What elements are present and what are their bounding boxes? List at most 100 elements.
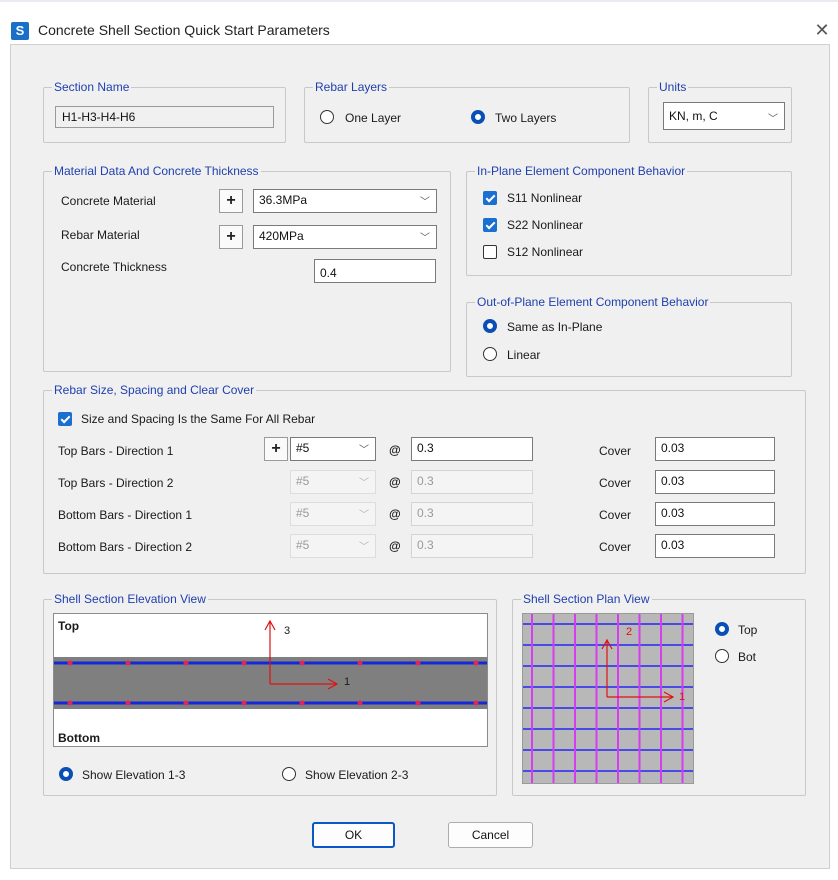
in-plane-group: In-Plane Element Component Behavior S11 … (466, 164, 792, 276)
at-sign: @ (389, 539, 401, 553)
top-edge (0, 0, 838, 2)
chevron-down-icon: ﹀ (359, 478, 369, 489)
rebar-dot (67, 700, 73, 706)
rebar-dot (125, 700, 131, 706)
concrete-material-value: 36.3MPa (259, 193, 308, 207)
show-elevation-1-3-radio[interactable] (59, 767, 73, 781)
elevation-svg (54, 619, 487, 709)
rebar-layers-group: Rebar Layers One Layer Two Layers (304, 80, 630, 143)
top-bars-dir2-spacing-input[interactable]: 0.3 (411, 470, 533, 494)
rebar-material-label: Rebar Material (61, 228, 140, 242)
rebar-dot (299, 660, 305, 666)
top-bars-dir1-size: #5 (296, 441, 310, 455)
s12-nonlinear-checkbox[interactable] (483, 245, 497, 259)
close-icon[interactable]: ✕ (812, 20, 832, 40)
same-as-in-plane-radio[interactable] (483, 319, 497, 333)
at-sign: @ (389, 475, 401, 489)
same-for-all-checkbox[interactable] (58, 412, 72, 426)
plan-top-label[interactable]: Top (738, 623, 757, 637)
bottom-bars-dir1-label: Bottom Bars - Direction 1 (58, 508, 193, 522)
s22-nonlinear-checkbox[interactable] (483, 218, 497, 232)
top-bars-dir2-label: Top Bars - Direction 2 (58, 476, 174, 490)
elevation-axis-3-label: 3 (284, 625, 291, 637)
elevation-diagram: Top Bottom 3 1 (53, 613, 488, 747)
cover-label: Cover (599, 444, 632, 458)
add-concrete-material-button[interactable]: + (219, 189, 243, 213)
add-rebar-material-button[interactable]: + (219, 225, 243, 249)
one-layer-label[interactable]: One Layer (345, 111, 401, 125)
concrete-material-label: Concrete Material (61, 194, 156, 208)
top-bars-dir1-label: Top Bars - Direction 1 (58, 444, 174, 458)
bottom-bars-dir2-size-select[interactable]: #5 ﹀ (290, 534, 376, 558)
top-bars-dir1-spacing-input[interactable]: 0.3 (411, 437, 533, 461)
rebar-dot (183, 660, 189, 666)
chevron-down-icon: ﹀ (359, 445, 369, 456)
rebar-dot (415, 660, 421, 666)
section-name-field[interactable]: H1-H3-H4-H6 (55, 106, 274, 128)
rebar-dot (183, 700, 189, 706)
cancel-button[interactable]: Cancel (448, 822, 533, 848)
units-group: Units KN, m, C ﹀ (648, 80, 792, 143)
s12-nonlinear-label[interactable]: S12 Nonlinear (507, 245, 583, 259)
chevron-down-icon: ﹀ (768, 114, 778, 125)
rebar-material-select[interactable]: 420MPa ﹀ (253, 225, 437, 249)
top-bars-dir1-size-select[interactable]: #5 ﹀ (290, 437, 376, 461)
plan-view-legend: Shell Section Plan View (521, 592, 652, 606)
plan-bot-label[interactable]: Bot (738, 650, 756, 664)
s22-nonlinear-label[interactable]: S22 Nonlinear (507, 218, 583, 232)
rebar-dot (241, 700, 247, 706)
app-logo-icon: S (11, 22, 29, 40)
plan-diagram: 2 1 (522, 613, 694, 784)
at-sign: @ (389, 507, 401, 521)
one-layer-radio[interactable] (320, 110, 334, 124)
bottom-bars-dir2-size: #5 (296, 538, 310, 552)
concrete-thickness-input[interactable]: 0.4 (314, 259, 436, 283)
chevron-down-icon: ﹀ (420, 197, 430, 208)
out-of-plane-group: Out-of-Plane Element Component Behavior … (466, 295, 792, 377)
elevation-top-label: Top (58, 619, 80, 633)
s11-nonlinear-label[interactable]: S11 Nonlinear (507, 191, 582, 205)
elevation-view-legend: Shell Section Elevation View (52, 592, 208, 606)
add-rebar-size-button[interactable]: + (264, 437, 288, 461)
same-for-all-label[interactable]: Size and Spacing Is the Same For All Reb… (81, 412, 315, 426)
plan-top-radio[interactable] (715, 622, 729, 636)
concrete-material-select[interactable]: 36.3MPa ﹀ (253, 189, 437, 213)
two-layers-label[interactable]: Two Layers (495, 111, 556, 125)
plan-axis-1-label: 1 (679, 691, 686, 703)
show-elevation-2-3-label[interactable]: Show Elevation 2-3 (305, 768, 408, 782)
rebar-dot (473, 660, 479, 666)
linear-label[interactable]: Linear (507, 348, 540, 362)
bottom-bars-dir1-size-select[interactable]: #5 ﹀ (290, 502, 376, 526)
s11-nonlinear-checkbox[interactable] (483, 191, 497, 205)
rebar-layers-legend: Rebar Layers (313, 80, 390, 94)
same-as-in-plane-label[interactable]: Same as In-Plane (507, 320, 602, 334)
at-sign: @ (389, 443, 401, 457)
bottom-bars-dir2-spacing-input[interactable]: 0.3 (411, 534, 533, 558)
top-bars-dir2-cover-input[interactable]: 0.03 (655, 470, 775, 494)
show-elevation-2-3-radio[interactable] (282, 767, 296, 781)
units-select[interactable]: KN, m, C ﹀ (663, 102, 785, 130)
bottom-bars-dir1-spacing-input[interactable]: 0.3 (411, 502, 533, 526)
material-group: Material Data And Concrete Thickness Con… (43, 164, 451, 372)
top-bars-dir2-size-select[interactable]: #5 ﹀ (290, 470, 376, 494)
linear-radio[interactable] (483, 347, 497, 361)
chevron-down-icon: ﹀ (420, 233, 430, 244)
rebar-dot (357, 700, 363, 706)
top-bars-dir1-cover-input[interactable]: 0.03 (655, 437, 775, 461)
two-layers-radio[interactable] (471, 110, 485, 124)
rebar-spacing-legend: Rebar Size, Spacing and Clear Cover (52, 383, 257, 397)
rebar-dot (67, 660, 73, 666)
plan-bot-radio[interactable] (715, 649, 729, 663)
out-of-plane-legend: Out-of-Plane Element Component Behavior (475, 295, 711, 309)
bottom-bars-dir1-cover-input[interactable]: 0.03 (655, 502, 775, 526)
window-title: Concrete Shell Section Quick Start Param… (38, 22, 330, 38)
concrete-thickness-label: Concrete Thickness (61, 260, 167, 274)
in-plane-legend: In-Plane Element Component Behavior (475, 164, 688, 178)
rebar-dot (357, 660, 363, 666)
chevron-down-icon: ﹀ (359, 542, 369, 553)
ok-button[interactable]: OK (312, 822, 395, 848)
cover-label: Cover (599, 508, 632, 522)
elevation-view-group: Shell Section Elevation View Top Bottom … (43, 592, 497, 796)
bottom-bars-dir2-cover-input[interactable]: 0.03 (655, 534, 775, 558)
show-elevation-1-3-label[interactable]: Show Elevation 1-3 (82, 768, 185, 782)
